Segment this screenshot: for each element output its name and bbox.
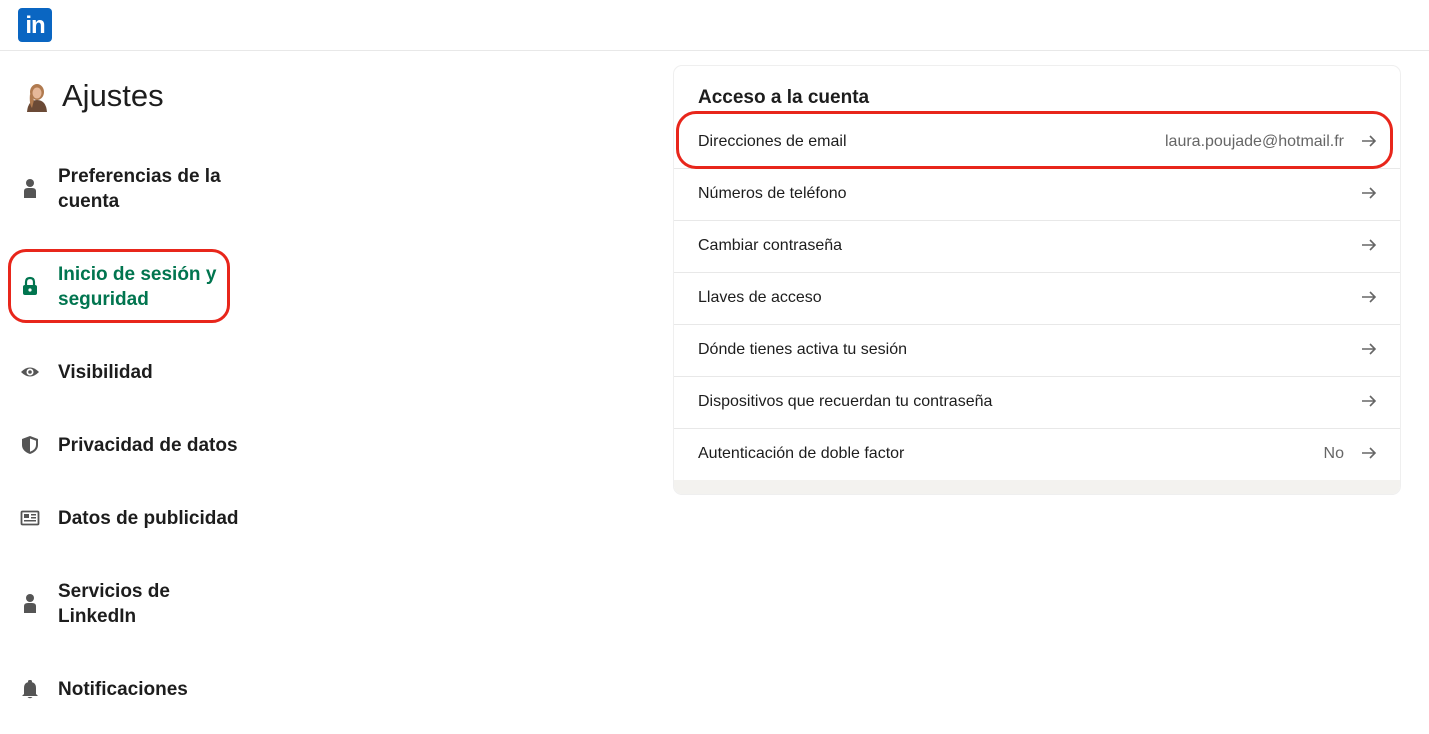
highlight-annotation: [8, 249, 230, 323]
sidebar-item-label: Preferencias de la cuenta: [58, 166, 221, 212]
arrow-right-icon: [1362, 395, 1377, 407]
row-value: No: [1323, 445, 1344, 462]
arrow-right-icon: [1362, 239, 1377, 251]
bell-icon: [22, 680, 38, 699]
row-label: Números de teléfono: [698, 185, 847, 202]
logo-text: in: [25, 12, 45, 39]
sidebar-item-label: Visibilidad: [58, 362, 153, 383]
row-two-factor[interactable]: Autenticación de doble factor No: [674, 428, 1400, 480]
row-phone[interactable]: Números de teléfono: [674, 168, 1400, 221]
sidebar-item-servicios[interactable]: Servicios de LinkedIn: [18, 579, 248, 631]
row-label: Dispositivos que recuerdan tu contraseña: [698, 393, 993, 410]
arrow-right-icon: [1362, 343, 1377, 355]
top-bar: in: [0, 0, 1429, 51]
arrow-right-icon: [1362, 187, 1377, 199]
sidebar-item-notificaciones[interactable]: Notificaciones: [18, 677, 248, 703]
sidebar-item-label: Notificaciones: [58, 679, 188, 700]
shield-icon: [22, 436, 38, 454]
arrow-right-icon: [1362, 291, 1377, 303]
row-remembered-devices[interactable]: Dispositivos que recuerdan tu contraseña: [674, 376, 1400, 429]
sidebar-item-publicidad[interactable]: Datos de publicidad: [18, 506, 248, 532]
row-label: Llaves de acceso: [698, 289, 822, 306]
eye-icon: [21, 367, 39, 377]
row-label: Dónde tienes activa tu sesión: [698, 341, 908, 358]
row-active-sessions[interactable]: Dónde tienes activa tu sesión: [674, 324, 1400, 377]
newspaper-icon: [20, 510, 40, 526]
person-icon: [24, 594, 36, 613]
row-label: Autenticación de doble factor: [698, 445, 905, 462]
row-passkeys[interactable]: Llaves de acceso: [674, 272, 1400, 325]
page-title: Ajustes: [62, 78, 164, 113]
sidebar-item-label: Datos de publicidad: [58, 508, 239, 529]
highlight-annotation: [676, 111, 1393, 169]
linkedin-logo-icon[interactable]: in: [18, 8, 52, 42]
arrow-right-icon: [1362, 447, 1377, 459]
row-label: Cambiar contraseña: [698, 237, 843, 254]
sidebar-item-preferencias[interactable]: Preferencias de la cuenta: [18, 164, 248, 216]
sidebar-item-label: Privacidad de datos: [58, 435, 238, 456]
sidebar-item-label: Servicios de LinkedIn: [58, 581, 170, 627]
row-change-password[interactable]: Cambiar contraseña: [674, 220, 1400, 273]
sidebar-item-visibilidad[interactable]: Visibilidad: [18, 360, 248, 386]
person-icon: [24, 179, 36, 198]
avatar[interactable]: [24, 82, 50, 112]
section-title: Acceso a la cuenta: [698, 87, 870, 108]
card-footer: [674, 480, 1400, 494]
sidebar-item-privacidad[interactable]: Privacidad de datos: [18, 433, 248, 459]
